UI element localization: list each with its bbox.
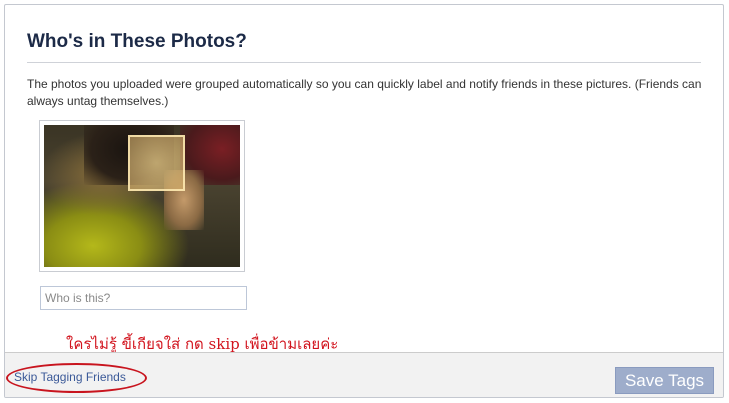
dialog-title: Who's in These Photos? — [27, 31, 247, 52]
title-divider — [27, 62, 701, 63]
dialog-description: The photos you uploaded were grouped aut… — [27, 77, 702, 108]
who-is-this-input[interactable] — [40, 286, 247, 310]
detected-face-box[interactable] — [128, 135, 185, 191]
skip-tagging-link[interactable]: Skip Tagging Friends — [14, 370, 126, 384]
tag-friends-dialog: Who's in These Photos? The photos you up… — [4, 4, 724, 398]
photo-thumbnail-frame — [39, 120, 245, 272]
dialog-footer: Skip Tagging Friends Save Tags — [5, 352, 723, 397]
save-tags-button[interactable]: Save Tags — [615, 367, 714, 394]
uploaded-photo — [44, 125, 240, 267]
